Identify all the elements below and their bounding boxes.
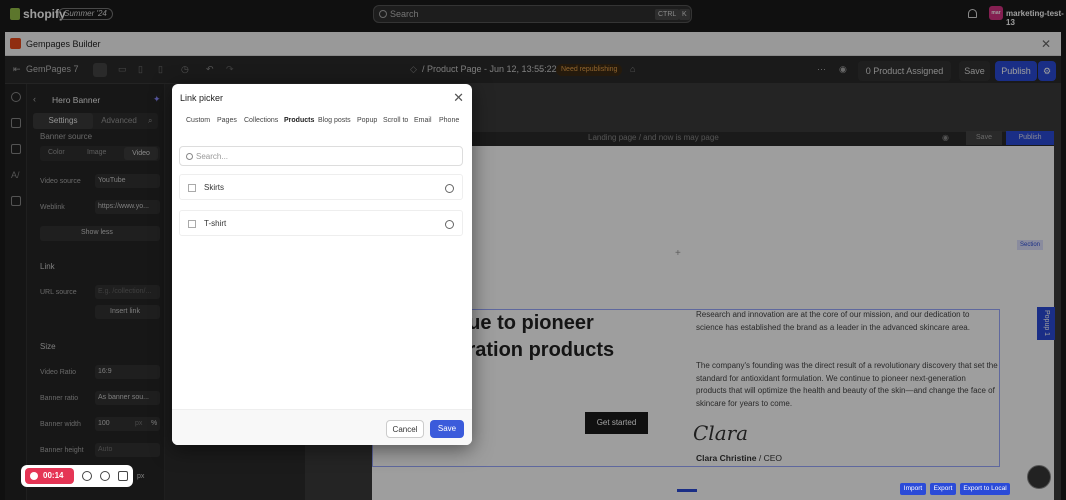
radio-button[interactable]: [445, 184, 454, 193]
product-search-input[interactable]: Search...: [179, 146, 463, 166]
export-button[interactable]: Export: [930, 483, 956, 495]
close-icon[interactable]: ✕: [453, 90, 464, 106]
tab-email[interactable]: Email: [414, 115, 432, 127]
recording-time: 00:14: [43, 471, 64, 480]
product-image-icon: [188, 220, 196, 228]
export-local-button[interactable]: Export to Local: [960, 483, 1010, 495]
product-name: T-shirt: [204, 219, 227, 228]
list-item[interactable]: T-shirt: [179, 210, 463, 236]
tab-scroll-to[interactable]: Scroll to: [383, 115, 408, 127]
radio-button[interactable]: [445, 220, 454, 229]
cancel-button[interactable]: Cancel: [386, 420, 424, 438]
product-search-placeholder: Search...: [196, 152, 229, 161]
list-item[interactable]: Skirts: [179, 174, 463, 200]
pause-icon[interactable]: [82, 471, 92, 481]
modal-backdrop: [0, 0, 1066, 500]
link-picker-modal: Link picker ✕ Custom Pages Collections P…: [172, 84, 472, 445]
tab-pages[interactable]: Pages: [217, 115, 237, 127]
save-button[interactable]: Save: [430, 420, 464, 438]
restart-icon[interactable]: [100, 471, 110, 481]
trash-icon[interactable]: [118, 471, 128, 481]
product-image-icon: [188, 184, 196, 192]
tab-phone[interactable]: Phone: [439, 115, 459, 127]
record-stop-button[interactable]: 00:14: [25, 468, 74, 484]
import-button[interactable]: Import: [900, 483, 926, 495]
search-icon: [186, 153, 193, 160]
record-icon: [30, 472, 38, 480]
link-type-tabs: Custom Pages Collections Products Blog p…: [180, 115, 470, 127]
tab-products[interactable]: Products: [284, 115, 314, 127]
tab-collections[interactable]: Collections: [244, 115, 278, 127]
product-name: Skirts: [204, 183, 224, 192]
modal-footer: Cancel Save: [172, 409, 472, 445]
tab-blog-posts[interactable]: Blog posts: [318, 115, 351, 127]
chat-icon[interactable]: [1027, 465, 1051, 489]
tab-custom[interactable]: Custom: [186, 115, 210, 127]
tab-popup[interactable]: Popup: [357, 115, 377, 127]
modal-title: Link picker: [180, 93, 224, 103]
screen-recorder: 00:14: [21, 465, 133, 487]
